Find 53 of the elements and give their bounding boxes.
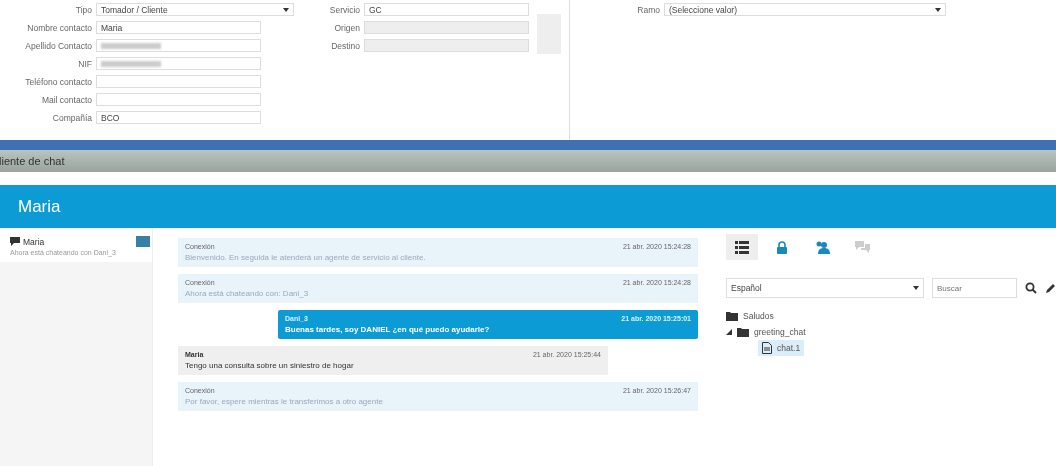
contact-name: Maria: [23, 236, 46, 247]
field-label: Servicio: [328, 4, 360, 15]
field-label: Origen: [333, 22, 360, 33]
message-text: Buenas tardes, soy DANIEL ¿en qué puedo ayudarle?: [285, 325, 491, 334]
caret-icon: [935, 7, 941, 12]
input-field[interactable]: [364, 21, 529, 34]
search-icon[interactable]: [1025, 282, 1037, 294]
window-title: liente de chat: [0, 150, 1056, 172]
field-label: Destino: [330, 40, 360, 51]
document-icon: [762, 342, 772, 354]
input-field[interactable]: GC: [364, 3, 529, 16]
message-text: Por favor, espere mientras le transferimos a otro agente: [185, 397, 384, 406]
users-icon: [814, 240, 830, 254]
tree-item[interactable]: Saludos: [743, 311, 774, 321]
caret-icon: [913, 286, 919, 290]
status-badge: [136, 236, 150, 247]
tree-item[interactable]: greeting_chat: [754, 327, 806, 337]
field-label: Mail contacto: [40, 94, 92, 105]
field-label: Apellido Contacto: [24, 40, 92, 51]
field-label: Ramo: [636, 4, 660, 15]
message-text: Ahora está chateando con: Dani_3: [185, 289, 310, 298]
field-label: Teléfono contacto: [24, 76, 92, 87]
select-field[interactable]: Tomador / Cliente: [96, 3, 294, 16]
input-field[interactable]: [96, 57, 261, 70]
lock-icon: [777, 240, 787, 254]
input-field[interactable]: [96, 75, 261, 88]
field-label: Compañía: [51, 112, 92, 123]
folder-icon: [726, 311, 738, 321]
language-select[interactable]: Español: [726, 278, 924, 298]
input-field[interactable]: BCO: [96, 111, 261, 124]
list-icon: [735, 240, 749, 254]
chat-bubble-icon: [10, 237, 20, 246]
field-label: Nombre contacto: [26, 22, 92, 33]
message-text: Tengo una consulta sobre un siniestro de hogar: [185, 361, 355, 370]
message-text: Bienvenido. En seguida le atenderá un agente de servicio al cliente.: [185, 253, 427, 262]
caret-icon: [283, 7, 289, 12]
input-field[interactable]: [364, 39, 529, 52]
redacted-value: [101, 42, 161, 49]
folder-icon: [737, 327, 749, 337]
input-field[interactable]: Maria: [96, 21, 261, 34]
tree-item[interactable]: chat.1: [758, 340, 805, 356]
panel-tab[interactable]: [726, 234, 758, 260]
chat-title: Maria: [18, 196, 61, 217]
redacted-value: [101, 60, 161, 67]
pencil-icon[interactable]: [1045, 282, 1056, 294]
select-field[interactable]: (Seleccione valor): [664, 3, 946, 16]
input-field[interactable]: [96, 93, 261, 106]
chat-icon: [854, 241, 870, 253]
field-label: Tipo: [74, 4, 92, 15]
expanded-caret-icon[interactable]: [726, 329, 732, 335]
search-field[interactable]: Buscar: [932, 278, 1017, 298]
input-field[interactable]: [96, 39, 261, 52]
field-label: NIF: [77, 58, 92, 69]
